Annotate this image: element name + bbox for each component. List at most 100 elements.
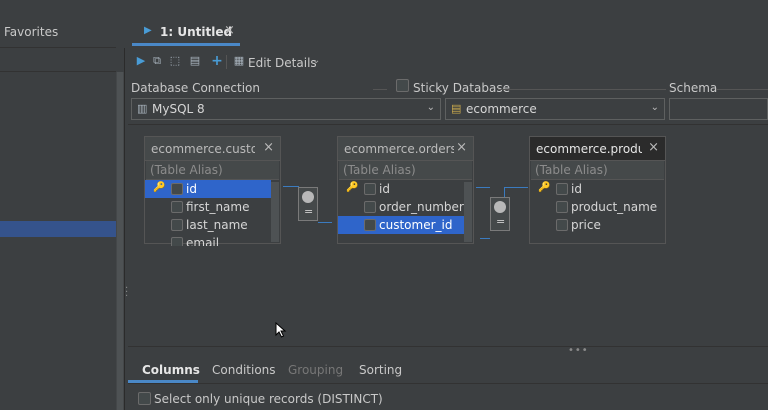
save-icon[interactable]: ▤: [188, 54, 202, 68]
join-link-orders-products[interactable]: =: [490, 197, 510, 231]
column-row[interactable]: first_name: [145, 198, 280, 216]
schema-select[interactable]: ▤ ecommerce ⌄: [445, 98, 665, 120]
table-alias-input[interactable]: (Table Alias): [146, 161, 279, 180]
run-icon[interactable]: ▶: [134, 54, 148, 68]
eye-icon: [494, 201, 506, 213]
table-card-orders[interactable]: ecommerce.orders × (Table Alias) 🔑 id or…: [337, 136, 474, 244]
table-card-products[interactable]: ecommerce.produ... × (Table Alias) 🔑 id …: [529, 136, 666, 244]
table-name: ecommerce.produ...: [536, 142, 642, 156]
column-name: email: [186, 236, 220, 246]
table-alias-input[interactable]: (Table Alias): [531, 161, 664, 180]
close-icon[interactable]: ×: [224, 23, 235, 38]
key-icon: 🔑: [153, 182, 166, 193]
table-scrollbar[interactable]: [464, 182, 472, 242]
schema-value: ecommerce: [466, 102, 537, 116]
column-checkbox[interactable]: [171, 237, 183, 246]
column-checkbox[interactable]: [171, 201, 183, 213]
table-scrollbar[interactable]: [271, 182, 279, 242]
favorites-title[interactable]: Favorites: [4, 25, 58, 39]
eye-icon: [302, 191, 314, 203]
close-icon[interactable]: ×: [648, 140, 659, 155]
table-header[interactable]: ecommerce.produ... ×: [530, 137, 665, 161]
column-checkbox[interactable]: [556, 219, 568, 231]
chevron-down-icon: ⌄: [426, 102, 435, 113]
column-row[interactable]: last_name: [145, 216, 280, 234]
schema-label: Schema: [669, 81, 718, 95]
open-icon[interactable]: ⬚: [168, 54, 182, 68]
column-name: price: [571, 218, 601, 232]
join-line: [476, 187, 490, 188]
column-checkbox[interactable]: [556, 201, 568, 213]
tab-conditions[interactable]: Conditions: [212, 363, 276, 377]
tab-untitled[interactable]: ▶ 1: Untitled ×: [132, 20, 240, 46]
copy-sql-icon[interactable]: ⧉: [150, 54, 164, 68]
db-connection-label: Database Connection: [131, 81, 260, 95]
left-panel: Favorites: [0, 0, 116, 410]
scrollbar-thumb[interactable]: [117, 72, 123, 410]
column-checkbox[interactable]: [171, 219, 183, 231]
column-row[interactable]: product_name: [530, 198, 665, 216]
close-icon[interactable]: ×: [263, 140, 274, 155]
column-checkbox[interactable]: [364, 219, 376, 231]
chevron-down-icon[interactable]: ⌄: [312, 55, 320, 66]
left-panel-selected-row[interactable]: [0, 221, 116, 237]
distinct-checkbox[interactable]: [138, 392, 151, 405]
column-checkbox[interactable]: [171, 183, 183, 195]
left-panel-scrollbar[interactable]: [116, 72, 124, 410]
edit-details-button[interactable]: Edit Details: [248, 56, 317, 70]
column-row[interactable]: order_number: [338, 198, 473, 216]
table-alias-input[interactable]: (Table Alias): [339, 161, 472, 180]
toolbar-separator: [226, 55, 227, 69]
join-line: [480, 238, 490, 239]
add-table-icon[interactable]: +: [210, 54, 224, 68]
tab-sorting[interactable]: Sorting: [359, 363, 402, 377]
left-panel-toolbar: [0, 48, 116, 72]
join-line: [318, 222, 332, 223]
schema-icon: ▤: [451, 102, 462, 115]
mouse-cursor-icon: [275, 322, 287, 338]
tab-grouping[interactable]: Grouping: [288, 363, 343, 377]
table-card-customers[interactable]: ecommerce.custo... × (Table Alias) 🔑 id …: [144, 136, 281, 246]
table-header[interactable]: ecommerce.orders ×: [338, 137, 473, 161]
edit-details-icon[interactable]: ▦: [232, 54, 246, 68]
join-link-customers-orders[interactable]: =: [298, 187, 318, 221]
column-name: id: [379, 182, 390, 196]
table-alias-placeholder: (Table Alias): [150, 163, 223, 177]
query-canvas[interactable]: ecommerce.custo... × (Table Alias) 🔑 id …: [128, 124, 768, 346]
column-checkbox[interactable]: [364, 201, 376, 213]
connection-row: Database Connection Sticky Database Sche…: [128, 79, 768, 124]
db-connection-value: MySQL 8: [152, 102, 205, 116]
resize-grip-icon[interactable]: •••: [568, 345, 589, 356]
column-row[interactable]: email: [145, 234, 280, 246]
column-row[interactable]: 🔑 id: [145, 180, 271, 198]
sticky-database-checkbox[interactable]: [396, 79, 409, 92]
tab-divider: [128, 383, 768, 384]
chevron-down-icon: ⌄: [650, 102, 659, 113]
column-row[interactable]: customer_id: [338, 216, 464, 234]
key-icon: 🔑: [346, 182, 359, 193]
join-operator: =: [304, 205, 314, 218]
key-icon: 🔑: [538, 182, 551, 193]
column-name: order_number: [379, 200, 464, 214]
column-row[interactable]: 🔑 id: [338, 180, 473, 198]
tab-columns[interactable]: Columns: [142, 363, 200, 377]
join-line: [504, 187, 528, 188]
bottom-panel: ••• Columns Conditions Grouping Sorting …: [128, 345, 768, 410]
play-icon: ▶: [144, 25, 152, 36]
close-icon[interactable]: ×: [456, 140, 467, 155]
tab-bar: ▶ 1: Untitled ×: [128, 0, 768, 48]
column-row[interactable]: price: [530, 216, 665, 234]
left-panel-header: Favorites: [0, 0, 116, 48]
tab-label: 1: Untitled: [160, 25, 233, 39]
column-checkbox[interactable]: [556, 183, 568, 195]
table-header[interactable]: ecommerce.custo... ×: [145, 137, 280, 161]
column-name: first_name: [186, 200, 250, 214]
column-name: last_name: [186, 218, 248, 232]
db-connection-select[interactable]: ▥ MySQL 8 ⌄: [131, 98, 441, 120]
column-row[interactable]: 🔑 id: [530, 180, 665, 198]
column-checkbox[interactable]: [364, 183, 376, 195]
table-alias-placeholder: (Table Alias): [535, 163, 608, 177]
schema-field[interactable]: [669, 98, 768, 120]
table-alias-placeholder: (Table Alias): [343, 163, 416, 177]
sticky-database-label: Sticky Database: [413, 81, 510, 95]
